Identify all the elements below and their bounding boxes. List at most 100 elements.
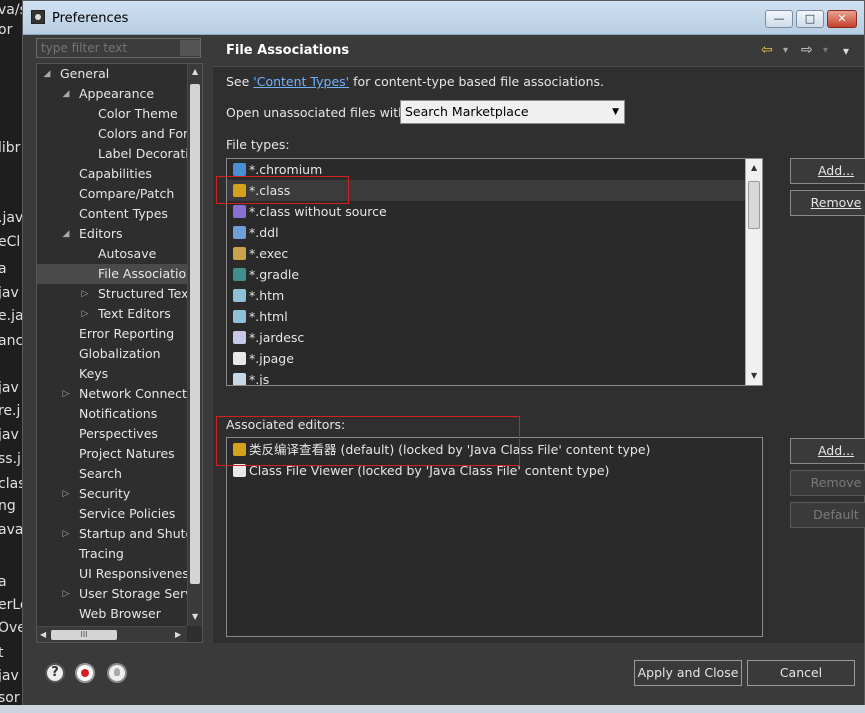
tree-item[interactable]: ▷ Startup and Shutdown [37,524,202,544]
back-arrow-icon[interactable]: ⇦ [761,42,773,58]
filter-input[interactable] [37,39,185,57]
forward-arrow-icon[interactable]: ⇨ [801,42,813,58]
content-types-link[interactable]: 'Content Types' [253,74,349,89]
file-type-row[interactable]: *.js [227,369,745,386]
tree-item[interactable]: Content Types [37,204,187,224]
page-title: File Associations [226,43,350,58]
collapsed-twisty-icon[interactable]: ▷ [61,484,71,504]
eclipse-icon [31,10,45,24]
tree-item[interactable]: Web Browser [37,604,187,624]
tree-vertical-scrollbar[interactable]: ▲ ▼ [187,64,202,626]
tree-item-label: User Storage Service [79,586,203,601]
tree-item[interactable]: Tracing [37,544,187,564]
file-type-row[interactable]: *.htm [227,285,745,306]
file-type-row[interactable]: *.gradle [227,264,745,285]
tree-item[interactable]: ▷ Text Editors [37,304,187,324]
expanded-twisty-icon[interactable]: ◢ [42,64,52,84]
background-text-fragment: ss.j [0,451,21,467]
expanded-twisty-icon[interactable]: ◢ [61,224,71,244]
collapsed-twisty-icon[interactable]: ▷ [80,304,90,324]
file-type-row[interactable]: *.class without source [227,201,745,222]
tree-item[interactable]: Error Reporting [37,324,187,344]
collapsed-twisty-icon[interactable]: ▷ [61,524,71,544]
page-header: File Associations ⇦ ▾ ⇨ ▾ ▾ [213,36,864,67]
view-menu-icon[interactable]: ▾ [843,44,849,58]
tree-hscroll-thumb[interactable]: III [51,630,117,640]
file-type-row[interactable]: *.jardesc [227,327,745,348]
taskbar-strip [0,705,865,713]
tree-item[interactable]: Notifications [37,404,187,424]
apply-and-close-button[interactable]: Apply and Close [634,660,742,686]
tree-item[interactable]: Globalization [37,344,187,364]
tree-item[interactable]: Service Policies [37,504,187,524]
tree-item[interactable]: Search [37,464,187,484]
tree-item-label: Appearance [79,86,155,101]
tree-item[interactable]: Keys [37,364,187,384]
tree-horizontal-scrollbar[interactable]: ◀ III ▶ [37,626,187,642]
tree-item[interactable]: Label Decorations [37,144,202,164]
file-type-row[interactable]: *.exec [227,243,745,264]
clear-filter-icon[interactable] [180,40,200,56]
tree-item[interactable]: UI Responsiveness [37,564,195,584]
tree-item-label: Tracing [79,546,124,561]
lightbulb-icon[interactable] [107,663,127,683]
maximize-button[interactable]: □ [796,10,824,28]
back-menu-icon[interactable]: ▾ [783,45,788,56]
tree-item[interactable]: ▷ Security [37,484,187,504]
add-file-type-button[interactable]: Add... [790,158,865,184]
tree-scroll-thumb[interactable] [190,84,200,584]
file-type-row[interactable]: *.jpage [227,348,745,369]
collapsed-twisty-icon[interactable]: ▷ [61,384,71,404]
see-suffix: for content-type based file associations… [349,74,604,89]
add-editor-button[interactable]: Add... [790,438,865,464]
file-type-label: *.gradle [249,267,300,282]
expanded-twisty-icon[interactable]: ◢ [61,84,71,104]
file-type-icon [233,352,246,365]
collapsed-twisty-icon[interactable]: ▷ [61,584,71,604]
open-unassociated-select[interactable]: Search Marketplace ▼ [400,100,625,124]
file-types-scrollbar[interactable]: ▲ ▼ [745,159,762,385]
tree-item-label: Autosave [98,246,157,261]
file-type-row[interactable]: *.ddl [227,222,745,243]
tree-item[interactable]: ◢ Appearance [37,84,187,104]
default-editor-button[interactable]: Default [790,502,865,528]
close-button[interactable]: ✕ [827,10,857,28]
background-text-fragment: jav [0,668,19,684]
tree-item[interactable]: Project Natures [37,444,187,464]
collapsed-twisty-icon[interactable]: ▷ [80,284,90,304]
cancel-button[interactable]: Cancel [747,660,855,686]
tree-item[interactable]: ▷ User Storage Service [37,584,202,604]
window-title: Preferences [52,11,129,26]
tree-item[interactable]: Perspectives [37,424,187,444]
background-text-fragment: jav [0,427,19,443]
background-text-fragment: re.j [0,403,21,419]
help-icon[interactable]: ? [45,663,65,683]
tree-item[interactable]: ▷Structured Text Editors [37,284,202,304]
file-type-icon [233,310,246,323]
tree-item-label: Web Browser [79,606,161,621]
remove-editor-button[interactable]: Remove [790,470,865,496]
file-type-icon [233,205,246,218]
tree-item[interactable]: Color Theme [37,104,187,124]
file-type-row[interactable]: *.html [227,306,745,327]
remove-file-type-button[interactable]: Remove [790,190,865,216]
background-text-fragment: jav [0,285,19,301]
tree-item[interactable]: Colors and Fonts [37,124,202,144]
background-text-fragment: eCl [0,234,21,250]
tree-item-label: Perspectives [79,426,158,441]
tree-item[interactable]: File Associations [37,264,201,284]
file-type-label: *.htm [249,288,285,303]
tree-item[interactable]: ◢ Editors [37,224,187,244]
tree-item[interactable]: Autosave [37,244,187,264]
tree-item[interactable]: Compare/Patch [37,184,187,204]
content-types-hint: See 'Content Types' for content-type bas… [226,74,604,89]
file-types-scroll-thumb[interactable] [748,181,760,229]
tree-item[interactable]: Capabilities [37,164,187,184]
file-type-icon [233,226,246,239]
file-type-label: *.js [249,372,270,386]
tree-item[interactable]: ◢ General [37,64,187,84]
minimize-button[interactable]: — [765,10,793,28]
tree-item[interactable]: ▷ Network Connections [37,384,202,404]
forward-menu-icon[interactable]: ▾ [823,45,828,56]
record-icon[interactable] [75,663,95,683]
